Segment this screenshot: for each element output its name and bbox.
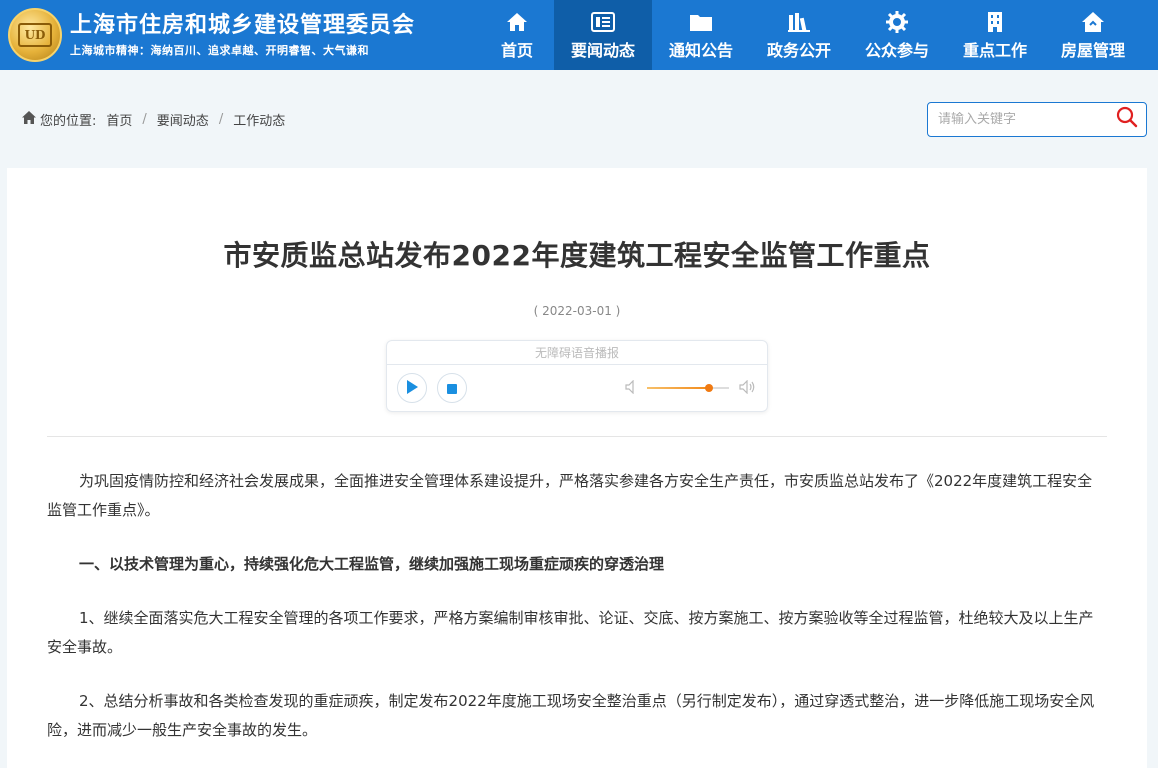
site-logo[interactable]: UD 上海市住房和城乡建设管理委员会 上海城市精神：海纳百川、追求卓越、开明睿智… <box>0 0 480 70</box>
search-box <box>927 101 1147 137</box>
nav-label: 通知公告 <box>668 40 733 60</box>
article-title: 市安质监总站发布2022年度建筑工程安全监管工作重点 <box>223 239 931 272</box>
play-icon <box>406 379 418 398</box>
nav-item-government[interactable]: 政务公开 <box>750 0 848 70</box>
article-body: 为巩固疫情防控和经济社会发展成果，全面推进安全管理体系建设提升，严格落实参建各方… <box>7 467 1147 745</box>
volume-control <box>625 379 757 398</box>
home-icon <box>506 10 528 34</box>
volume-slider[interactable] <box>647 384 729 392</box>
article-paragraph: 1、继续全面落实危大工程安全管理的各项工作要求，严格方案编制审核审批、论证、交底… <box>47 609 1094 656</box>
audio-player: 无障碍语音播报 <box>386 340 768 412</box>
nav-label: 重点工作 <box>962 40 1027 60</box>
folder-icon <box>689 10 713 34</box>
volume-mute-icon[interactable] <box>625 379 637 398</box>
site-header: UD 上海市住房和城乡建设管理委员会 上海城市精神：海纳百川、追求卓越、开明睿智… <box>0 0 1158 70</box>
content-divider <box>47 436 1107 437</box>
nav-item-home[interactable]: 首页 <box>480 0 554 70</box>
stop-button[interactable] <box>437 373 467 403</box>
nav-label: 房屋管理 <box>1060 40 1125 60</box>
nav-item-news[interactable]: 要闻动态 <box>554 0 652 70</box>
article-date: ( 2022-03-01 ) <box>533 304 621 318</box>
location-bar: 您的位置: 首页 / 要闻动态 / 工作动态 <box>0 70 1158 168</box>
search-icon[interactable] <box>1116 106 1138 132</box>
search-input[interactable] <box>938 111 1116 127</box>
stop-icon <box>447 379 457 398</box>
article-paragraph: 为巩固疫情防控和经济社会发展成果，全面推进安全管理体系建设提升，严格落实参建各方… <box>47 472 1093 519</box>
nav-item-housing[interactable]: 房屋管理 <box>1044 0 1142 70</box>
volume-slider-knob[interactable] <box>704 384 713 392</box>
main-nav: 首页 要闻动态 通知公告 政务公开 公众参与 重点工作 房屋管理 <box>480 0 1142 70</box>
player-label: 无障碍语音播报 <box>387 341 767 365</box>
breadcrumb: 您的位置: 首页 / 要闻动态 / 工作动态 <box>22 110 285 129</box>
breadcrumb-link-work[interactable]: 工作动态 <box>233 110 285 129</box>
home-icon <box>22 110 36 128</box>
house-icon <box>1081 10 1105 34</box>
books-icon <box>787 10 811 34</box>
volume-slider-fill <box>647 387 709 389</box>
breadcrumb-separator: / <box>218 111 224 127</box>
nav-item-public[interactable]: 公众参与 <box>848 0 946 70</box>
volume-up-icon[interactable] <box>739 379 757 398</box>
gear-icon <box>886 10 908 34</box>
site-slogan: 上海城市精神：海纳百川、追求卓越、开明睿智、大气谦和 <box>70 44 369 57</box>
play-button[interactable] <box>397 373 427 403</box>
site-title: 上海市住房和城乡建设管理委员会 <box>70 13 416 38</box>
breadcrumb-link-news[interactable]: 要闻动态 <box>157 110 209 129</box>
nav-item-notices[interactable]: 通知公告 <box>652 0 750 70</box>
building-icon <box>985 10 1005 34</box>
news-icon <box>591 10 615 34</box>
breadcrumb-link-home[interactable]: 首页 <box>106 110 132 129</box>
nav-label: 要闻动态 <box>570 40 635 60</box>
article-paragraph: 2、总结分析事故和各类检查发现的重症顽疾，制定发布2022年度施工现场安全整治重… <box>47 692 1095 739</box>
breadcrumb-separator: / <box>142 111 147 127</box>
nav-label: 政务公开 <box>766 40 831 60</box>
article-card: 市安质监总站发布2022年度建筑工程安全监管工作重点 ( 2022-03-01 … <box>7 168 1147 768</box>
article-heading: 一、以技术管理为重心，持续强化危大工程监管，继续加强施工现场重症顽疾的穿透治理 <box>79 555 665 573</box>
nav-label: 公众参与 <box>864 40 929 60</box>
emblem-icon: UD <box>8 8 62 62</box>
nav-item-keywork[interactable]: 重点工作 <box>946 0 1044 70</box>
nav-label: 首页 <box>500 40 533 60</box>
breadcrumb-prefix: 您的位置: <box>40 113 97 129</box>
